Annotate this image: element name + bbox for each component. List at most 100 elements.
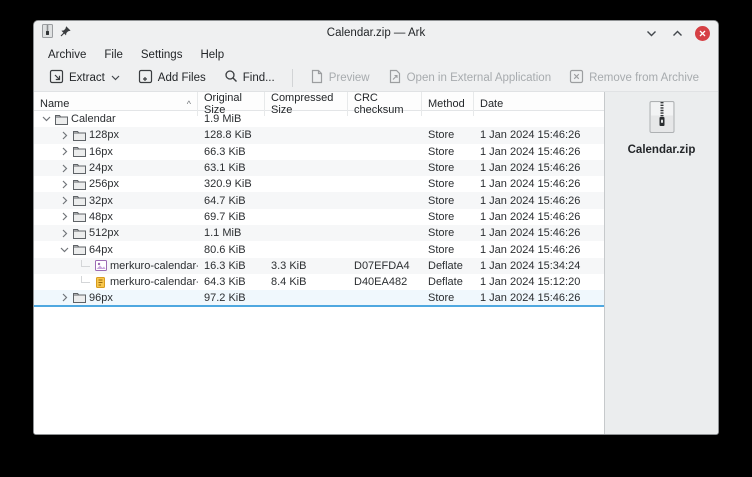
remove-from-archive-button[interactable]: Remove from Archive — [562, 66, 706, 90]
entry-name: 64px — [89, 243, 113, 256]
folder-icon — [73, 178, 86, 190]
close-button[interactable] — [695, 25, 710, 41]
entry-date: 1 Jan 2024 15:46:26 — [480, 227, 581, 240]
zip-file-icon — [42, 23, 53, 43]
folder-icon — [73, 211, 86, 223]
column-header-compressed-size[interactable]: Compressed Size — [265, 92, 348, 116]
entry-original-size: 80.6 KiB — [204, 243, 246, 256]
table-row[interactable]: 48px 69.7 KiB Store 1 Jan 2024 15:46:26 — [34, 209, 604, 225]
tree-branch-line — [81, 276, 90, 284]
table-row[interactable]: 256px 320.9 KiB Store 1 Jan 2024 15:46:26 — [34, 176, 604, 192]
archive-table: Name ^ Original Size Compressed Size CRC… — [34, 92, 604, 434]
expander-collapsed-icon[interactable] — [59, 130, 70, 141]
entry-method: Store — [428, 227, 455, 240]
entry-date: 1 Jan 2024 15:12:20 — [480, 276, 581, 289]
open-external-button[interactable]: Open in External Application — [381, 66, 558, 90]
toolbar-separator — [291, 68, 293, 87]
entry-name-cell: 64px — [34, 244, 198, 256]
remove-label: Remove from Archive — [589, 71, 700, 84]
table-row[interactable]: 128px 128.8 KiB Store 1 Jan 2024 15:46:26 — [34, 127, 604, 144]
column-header-crc-checksum[interactable]: CRC checksum — [348, 92, 422, 116]
folder-icon — [73, 227, 86, 239]
info-panel: Calendar.zip — [604, 92, 718, 434]
preview-label: Preview — [328, 71, 370, 84]
menubar: Archive File Settings Help — [34, 45, 718, 64]
maximize-button[interactable] — [669, 25, 685, 41]
extract-icon — [49, 69, 64, 87]
menu-archive[interactable]: Archive — [40, 47, 94, 63]
table-row[interactable]: 64px 80.6 KiB Store 1 Jan 2024 15:46:26 — [34, 241, 604, 257]
expander-collapsed-icon[interactable] — [59, 292, 70, 303]
column-header-method[interactable]: Method — [422, 92, 474, 116]
entry-date: 1 Jan 2024 15:34:24 — [480, 259, 581, 272]
table-row[interactable]: merkuro-calendar-64px.svg 64.3 KiB 8.4 KiB… — [34, 274, 604, 290]
entry-name: 24px — [89, 162, 113, 175]
add-files-icon — [138, 69, 153, 87]
entry-name: 48px — [89, 210, 113, 223]
expander-collapsed-icon[interactable] — [59, 163, 70, 174]
entry-name: 512px — [89, 227, 119, 240]
find-button[interactable]: Find... — [217, 66, 282, 89]
entry-method: Store — [428, 210, 455, 223]
table-body: Calendar 1.9 MiB 128px 128.8 KiB Store 1 Jan … — [34, 111, 604, 434]
menu-settings[interactable]: Settings — [133, 47, 191, 63]
table-row[interactable]: 96px 97.2 KiB Store 1 Jan 2024 15:46:26 — [34, 290, 604, 308]
column-header-original-size[interactable]: Original Size — [198, 92, 265, 116]
titlebar[interactable]: Calendar.zip — Ark — [34, 21, 718, 45]
add-files-button[interactable]: Add Files — [131, 66, 213, 90]
entry-name: 32px — [89, 194, 113, 207]
entry-method: Deflate — [428, 259, 463, 272]
column-header-date[interactable]: Date — [474, 92, 604, 116]
table-row[interactable]: 32px 64.7 KiB Store 1 Jan 2024 15:46:26 — [34, 192, 604, 209]
chevron-down-icon[interactable] — [111, 72, 120, 84]
entry-name-cell: 128px — [34, 129, 198, 141]
folder-icon — [73, 162, 86, 174]
entry-date: 1 Jan 2024 15:46:26 — [480, 194, 581, 207]
expander-expanded-icon[interactable] — [59, 244, 70, 255]
sort-ascending-icon: ^ — [186, 99, 191, 109]
folder-icon — [73, 292, 86, 304]
open-external-label: Open in External Application — [406, 71, 552, 84]
entry-name: 96px — [89, 291, 113, 304]
expander-collapsed-icon[interactable] — [59, 146, 70, 157]
entry-name-cell: 96px — [34, 292, 198, 304]
pin-icon[interactable] — [60, 24, 72, 42]
extract-button[interactable]: Extract — [42, 66, 127, 90]
archive-file-name: Calendar.zip — [627, 144, 696, 156]
entry-method: Store — [428, 178, 455, 191]
table-row[interactable]: 512px 1.1 MiB Store 1 Jan 2024 15:46:26 — [34, 225, 604, 242]
table-row[interactable]: merkuro-calendar-64px.png 16.3 KiB 3.3 KiB… — [34, 257, 604, 274]
open-external-icon — [388, 69, 402, 87]
entry-method: Store — [428, 291, 455, 304]
entry-date: 1 Jan 2024 15:46:26 — [480, 291, 581, 304]
expander-collapsed-icon[interactable] — [59, 211, 70, 222]
entry-original-size: 64.3 KiB — [204, 276, 246, 289]
folder-icon — [73, 244, 86, 256]
menu-help[interactable]: Help — [192, 47, 232, 63]
expander-collapsed-icon[interactable] — [59, 228, 70, 239]
minimize-button[interactable] — [643, 25, 659, 41]
expander-collapsed-icon[interactable] — [59, 195, 70, 206]
preview-icon — [310, 69, 324, 87]
table-row[interactable]: 24px 63.1 KiB Store 1 Jan 2024 15:46:26 — [34, 159, 604, 177]
entry-original-size: 128.8 KiB — [204, 129, 252, 142]
entry-name: 128px — [89, 129, 119, 142]
entry-name-cell: 48px — [34, 211, 198, 223]
entry-name: 256px — [89, 178, 119, 191]
table-row[interactable]: 16px 66.3 KiB Store 1 Jan 2024 15:46:26 — [34, 144, 604, 160]
folder-icon — [73, 195, 86, 207]
column-header-name[interactable]: Name ^ — [34, 92, 198, 116]
find-label: Find... — [242, 71, 275, 84]
entry-method: Store — [428, 129, 455, 142]
entry-name-cell: merkuro-calendar-64px.svg — [34, 276, 198, 288]
entry-date: 1 Jan 2024 15:46:26 — [480, 243, 581, 256]
entry-name-cell: 24px — [34, 162, 198, 174]
entry-method: Store — [428, 145, 455, 158]
remove-icon — [569, 69, 584, 87]
window-title: Calendar.zip — Ark — [326, 27, 426, 39]
preview-button[interactable]: Preview — [303, 66, 377, 90]
image-icon — [94, 260, 107, 272]
expander-collapsed-icon[interactable] — [59, 179, 70, 190]
menu-file[interactable]: File — [96, 47, 131, 63]
folder-icon — [73, 146, 86, 158]
